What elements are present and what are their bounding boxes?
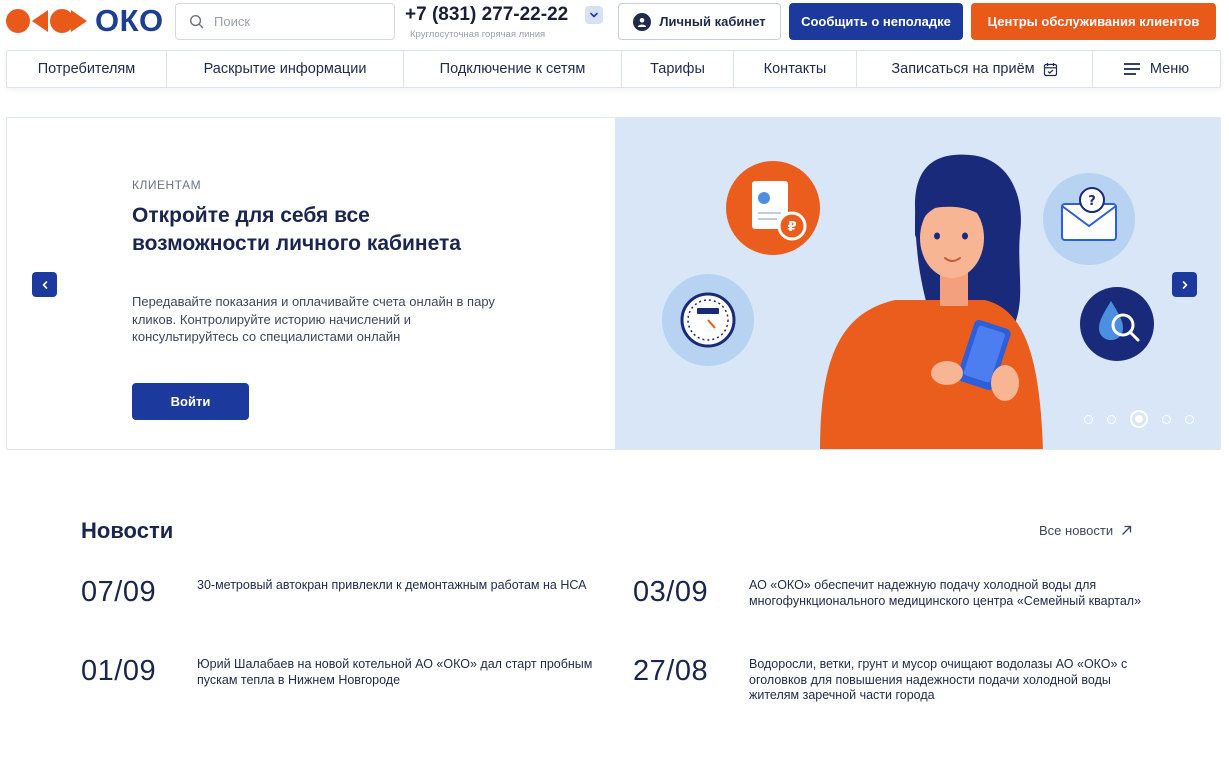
nav-menu-button[interactable]: Меню <box>1093 51 1220 87</box>
carousel-prev-button[interactable] <box>32 272 57 297</box>
personal-cabinet-label: Личный кабинет <box>659 14 766 29</box>
hero-title: Откройте для себя все возможности личног… <box>132 204 461 255</box>
report-issue-button[interactable]: Сообщить о неполадке <box>789 3 963 40</box>
carousel-dot[interactable] <box>1084 414 1093 424</box>
search-icon <box>189 14 204 29</box>
news-headline[interactable]: 30-метровый автокран привлекли к демонта… <box>197 578 597 594</box>
search-input[interactable] <box>214 14 384 29</box>
news-date: 01/09 <box>81 655 157 687</box>
news-headline[interactable]: АО «ОКО» обеспечит надежную подачу холод… <box>749 578 1149 609</box>
nav-item-consumers[interactable]: Потребителям <box>7 51 167 87</box>
nav-item-label: Подключение к сетям <box>439 61 586 77</box>
svg-text:₽: ₽ <box>787 220 796 235</box>
calendar-icon <box>1043 62 1058 77</box>
carousel-dot[interactable] <box>1107 414 1116 424</box>
logo-triangle-icon <box>71 10 87 32</box>
all-news-link[interactable]: Все новости <box>1039 523 1132 538</box>
phone-number[interactable]: +7 (831) 277-22-22 <box>405 4 580 26</box>
news-headline[interactable]: Водоросли, ветки, грунт и мусор очищают … <box>749 657 1149 704</box>
logo-triangle-icon <box>32 10 48 32</box>
carousel-dot-active[interactable] <box>1130 410 1148 428</box>
news-heading: Новости <box>81 518 174 543</box>
chevron-left-icon <box>42 280 47 289</box>
nav-item-connection[interactable]: Подключение к сетям <box>404 51 622 87</box>
chevron-right-icon <box>1182 280 1187 289</box>
carousel-dot[interactable] <box>1185 414 1194 424</box>
woman-with-phone-illustration: ₽ ? <box>662 154 1154 449</box>
logo-dot-icon <box>6 9 30 33</box>
service-centers-button[interactable]: Центры обслуживания клиентов <box>971 3 1216 40</box>
hero-kicker: КЛИЕНТАМ <box>132 178 202 192</box>
nav-item-label: Потребителям <box>37 61 136 77</box>
phone-dropdown-toggle[interactable] <box>585 6 603 24</box>
user-icon <box>633 12 652 31</box>
arrow-up-right-icon <box>1121 525 1132 536</box>
logo[interactable]: ОКО <box>6 3 164 38</box>
nav-item-tariffs[interactable]: Тарифы <box>622 51 734 87</box>
news-date: 03/09 <box>633 576 709 608</box>
hero-banner: КЛИЕНТАМ Откройте для себя все возможнос… <box>6 117 1221 450</box>
hero-description: Передавайте показания и оплачивайте счет… <box>132 294 495 344</box>
news-date: 27/08 <box>633 655 709 687</box>
nav-item-appointment[interactable]: Записаться на приём <box>857 51 1093 87</box>
page: ОКО +7 (831) 277-22-22 Круглосуточная го… <box>0 0 1229 759</box>
hotline: +7 (831) 277-22-22 Круглосуточная горяча… <box>405 4 580 40</box>
header: ОКО +7 (831) 277-22-22 Круглосуточная го… <box>0 0 1229 42</box>
svg-text:?: ? <box>1088 194 1096 209</box>
personal-cabinet-button[interactable]: Личный кабинет <box>618 3 781 40</box>
all-news-label: Все новости <box>1039 523 1114 538</box>
carousel-pagination <box>1084 410 1194 428</box>
hamburger-icon <box>1123 63 1140 75</box>
nav-item-label: Меню <box>1149 61 1190 77</box>
nav-item-disclosure[interactable]: Раскрытие информации <box>167 51 404 87</box>
chevron-down-icon <box>590 12 598 18</box>
carousel-next-button[interactable] <box>1172 272 1197 297</box>
nav-item-contacts[interactable]: Контакты <box>734 51 857 87</box>
carousel-dot[interactable] <box>1162 414 1171 424</box>
login-button[interactable]: Войти <box>132 383 249 420</box>
news-date: 07/09 <box>81 576 157 608</box>
nav-item-label: Тарифы <box>650 61 705 77</box>
phone-caption: Круглосуточная горячая линия <box>410 29 546 40</box>
nav-item-label: Раскрытие информации <box>203 61 367 77</box>
logo-text: ОКО <box>95 3 164 38</box>
news-headline[interactable]: Юрий Шалабаев на новой котельной АО «ОКО… <box>197 657 597 688</box>
hero-illustration: ₽ ? <box>615 118 1220 449</box>
nav-item-label: Контакты <box>763 61 827 77</box>
main-nav: Потребителям Раскрытие информации Подклю… <box>6 50 1221 88</box>
search-box[interactable] <box>175 3 395 40</box>
nav-item-label: Записаться на приём <box>891 61 1035 77</box>
